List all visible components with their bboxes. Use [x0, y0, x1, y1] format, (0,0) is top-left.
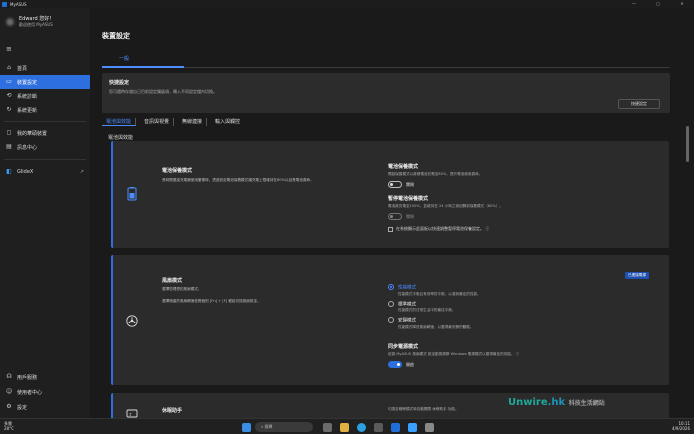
sync-power-mode-toggle[interactable]: [388, 361, 402, 368]
close-button[interactable]: ✕: [670, 0, 694, 8]
settings-icon: ▭: [6, 78, 12, 85]
tab-wireless[interactable]: 無線連接: [178, 118, 208, 126]
maximize-button[interactable]: ▢: [646, 0, 670, 8]
user-icon: ☺: [6, 388, 13, 395]
glidex-taskbar-icon[interactable]: [408, 422, 417, 432]
file-explorer-icon[interactable]: [340, 422, 349, 432]
fan-icon: [126, 315, 138, 327]
battery-care-card: 電池保養模式 長時間連接充電器使用筆電時，透過設定電池保養模式讓充電上限維持在8…: [111, 141, 669, 248]
device-icon: ◻: [6, 129, 12, 136]
power-connected-badge: 已連接電源: [625, 272, 649, 279]
sidebar-item-diagnose[interactable]: ⟲ 系統診斷: [0, 89, 90, 103]
sidebar-item-settings[interactable]: ⚙ 設定: [0, 400, 90, 414]
hamburger-menu-icon[interactable]: ≡: [6, 45, 12, 53]
sleep-assistant-title: 休眠助手: [162, 408, 183, 414]
windows-start-icon[interactable]: [242, 422, 251, 432]
store-icon[interactable]: [374, 422, 383, 432]
glidex-icon: ◧: [6, 168, 12, 175]
main-content: 裝置設定 一般 快捷設定 您可隨時存儲自己目前設定擴展項，轉入不同設定檔內切換。…: [90, 8, 694, 423]
watermark: Unwire.hk 科技生活網站: [508, 397, 605, 408]
sidebar-item-update[interactable]: ↻ 系統更新: [0, 103, 90, 117]
tab-general[interactable]: 一般: [119, 55, 129, 62]
fan-mode-card: 已連接電源 風扇模式 選擇您理想的風扇模式。 選擇適當的風扇轉速依照個別 [Fn…: [111, 255, 669, 385]
tab-input-touch[interactable]: 輸入與觸控: [211, 118, 244, 126]
radio-performance[interactable]: 性能模式: [388, 284, 648, 291]
sidebar-item-home[interactable]: ⌂ 首頁: [0, 61, 90, 75]
quick-settings-title: 快捷設定: [109, 80, 130, 86]
headset-icon: ☊: [6, 373, 12, 380]
sidebar-item-glidex[interactable]: ◧ GlideX ↗: [0, 165, 90, 179]
tab-battery-performance[interactable]: 電池與效能: [102, 118, 137, 126]
pause-battery-care-toggle[interactable]: [388, 213, 402, 220]
battery-care-option: 電池保養模式 開啟保護模式以將鋰電池充電至80%，提升電池使用壽命。 關閉: [388, 164, 483, 188]
fan-mode-hint: 選擇適當的風扇轉速依照個別 [Fn] + [F] 輕鬆切換風扇設定。: [162, 299, 261, 303]
tab-underline: [102, 66, 670, 68]
taskbar-search[interactable]: ⌕ 搜尋: [255, 422, 313, 432]
battery-care-title: 電池保養模式: [162, 168, 193, 174]
sidebar-divider: [4, 159, 86, 160]
home-icon: ⌂: [7, 64, 11, 71]
svg-text:z: z: [129, 412, 131, 417]
task-view-icon[interactable]: [323, 422, 332, 432]
tab-audio-visual[interactable]: 音訊與視覺: [140, 118, 175, 126]
battery-care-toggle[interactable]: [388, 181, 402, 188]
scrollbar[interactable]: [686, 126, 689, 162]
sidebar-item-user-center[interactable]: ☺ 使用者中心: [0, 385, 90, 399]
radio-standard[interactable]: 標準模式: [388, 300, 648, 307]
sidebar-item-customer-service[interactable]: ☊ 用戶服務: [0, 370, 90, 384]
battery-care-desc: 長時間連接充電器使用筆電時，透過設定電池保養模式讓充電上限維持在80%以延長電池…: [162, 178, 314, 182]
info-icon[interactable]: ⓘ: [485, 226, 489, 231]
quick-settings-panel: 快捷設定 您可隨時存儲自己目前設定擴展項，轉入不同設定檔內切換。 快捷設定: [102, 73, 670, 113]
edge-icon[interactable]: [357, 422, 366, 432]
page-title: 裝置設定: [102, 32, 130, 40]
gear-icon: ⚙: [6, 403, 12, 410]
app-title: MyASUS: [10, 1, 27, 7]
sub-tabs: 電池與效能 音訊與視覺 無線連接 輸入與觸控: [102, 118, 248, 126]
sync-power-mode-option: 同步電源模式 依據 MyASUS 風扇模式 設定動態調節 Windows 電源模…: [388, 344, 520, 368]
sidebar-item-my-devices[interactable]: ◻ 我的華碩裝置: [0, 126, 90, 140]
fan-mode-title: 風扇模式: [162, 278, 183, 284]
sidebar: Edward 您好！ 歡迎使用 MyASUS ≡ ⌂ 首頁 ▭ 裝置設定 ⟲ 系統診斷…: [0, 8, 90, 418]
title-bar: MyASUS — ▢ ✕: [0, 0, 694, 8]
fan-mode-desc: 選擇您理想的風扇模式。: [162, 287, 202, 291]
myasus-logo-icon: [2, 1, 7, 7]
diagnose-icon: ⟲: [6, 92, 12, 99]
battery-icon: [127, 187, 137, 201]
taskbar: 多雲 28°C ⌕ 搜尋 10:11 4/9/2026: [0, 418, 694, 434]
quick-settings-button[interactable]: 快捷設定: [618, 99, 660, 109]
section-title: 電池與效能: [108, 135, 134, 141]
sidebar-item-device-settings[interactable]: ▭ 裝置設定: [0, 75, 90, 89]
message-icon: ▤: [6, 143, 12, 150]
user-subtitle: 歡迎使用 MyASUS: [19, 22, 53, 27]
minimize-button[interactable]: —: [622, 0, 646, 8]
user-profile[interactable]: Edward 您好！ 歡迎使用 MyASUS: [5, 16, 54, 28]
fan-mode-options: 性能模式 性能模式平衡且有效率的平衡，以達到最佳的性能。 標準模式 性能模式的日…: [388, 284, 648, 330]
update-icon: ↻: [6, 106, 12, 113]
external-link-icon: ↗: [79, 169, 84, 175]
avatar: [5, 17, 15, 27]
myasus-taskbar-icon[interactable]: [391, 422, 400, 432]
system-clock[interactable]: 10:11 4/9/2026: [672, 421, 690, 431]
info-icon[interactable]: ⓘ: [516, 352, 520, 356]
sidebar-divider: [4, 121, 86, 122]
radio-silent[interactable]: 安靜模式: [388, 317, 648, 324]
quick-settings-desc: 您可隨時存儲自己目前設定擴展項，轉入不同設定檔內切換。: [109, 89, 217, 94]
weather-widget[interactable]: 多雲 28°C: [4, 421, 14, 431]
pause-battery-care-option: 暫停電池保養模式 電池將充電至100%，並維持在 24 小時之後回歸到保養模式（…: [388, 196, 503, 232]
settings-taskbar-icon[interactable]: [425, 422, 434, 432]
show-panel-checkbox[interactable]: [388, 226, 393, 232]
sidebar-item-messages[interactable]: ▤ 訊息中心: [0, 140, 90, 154]
